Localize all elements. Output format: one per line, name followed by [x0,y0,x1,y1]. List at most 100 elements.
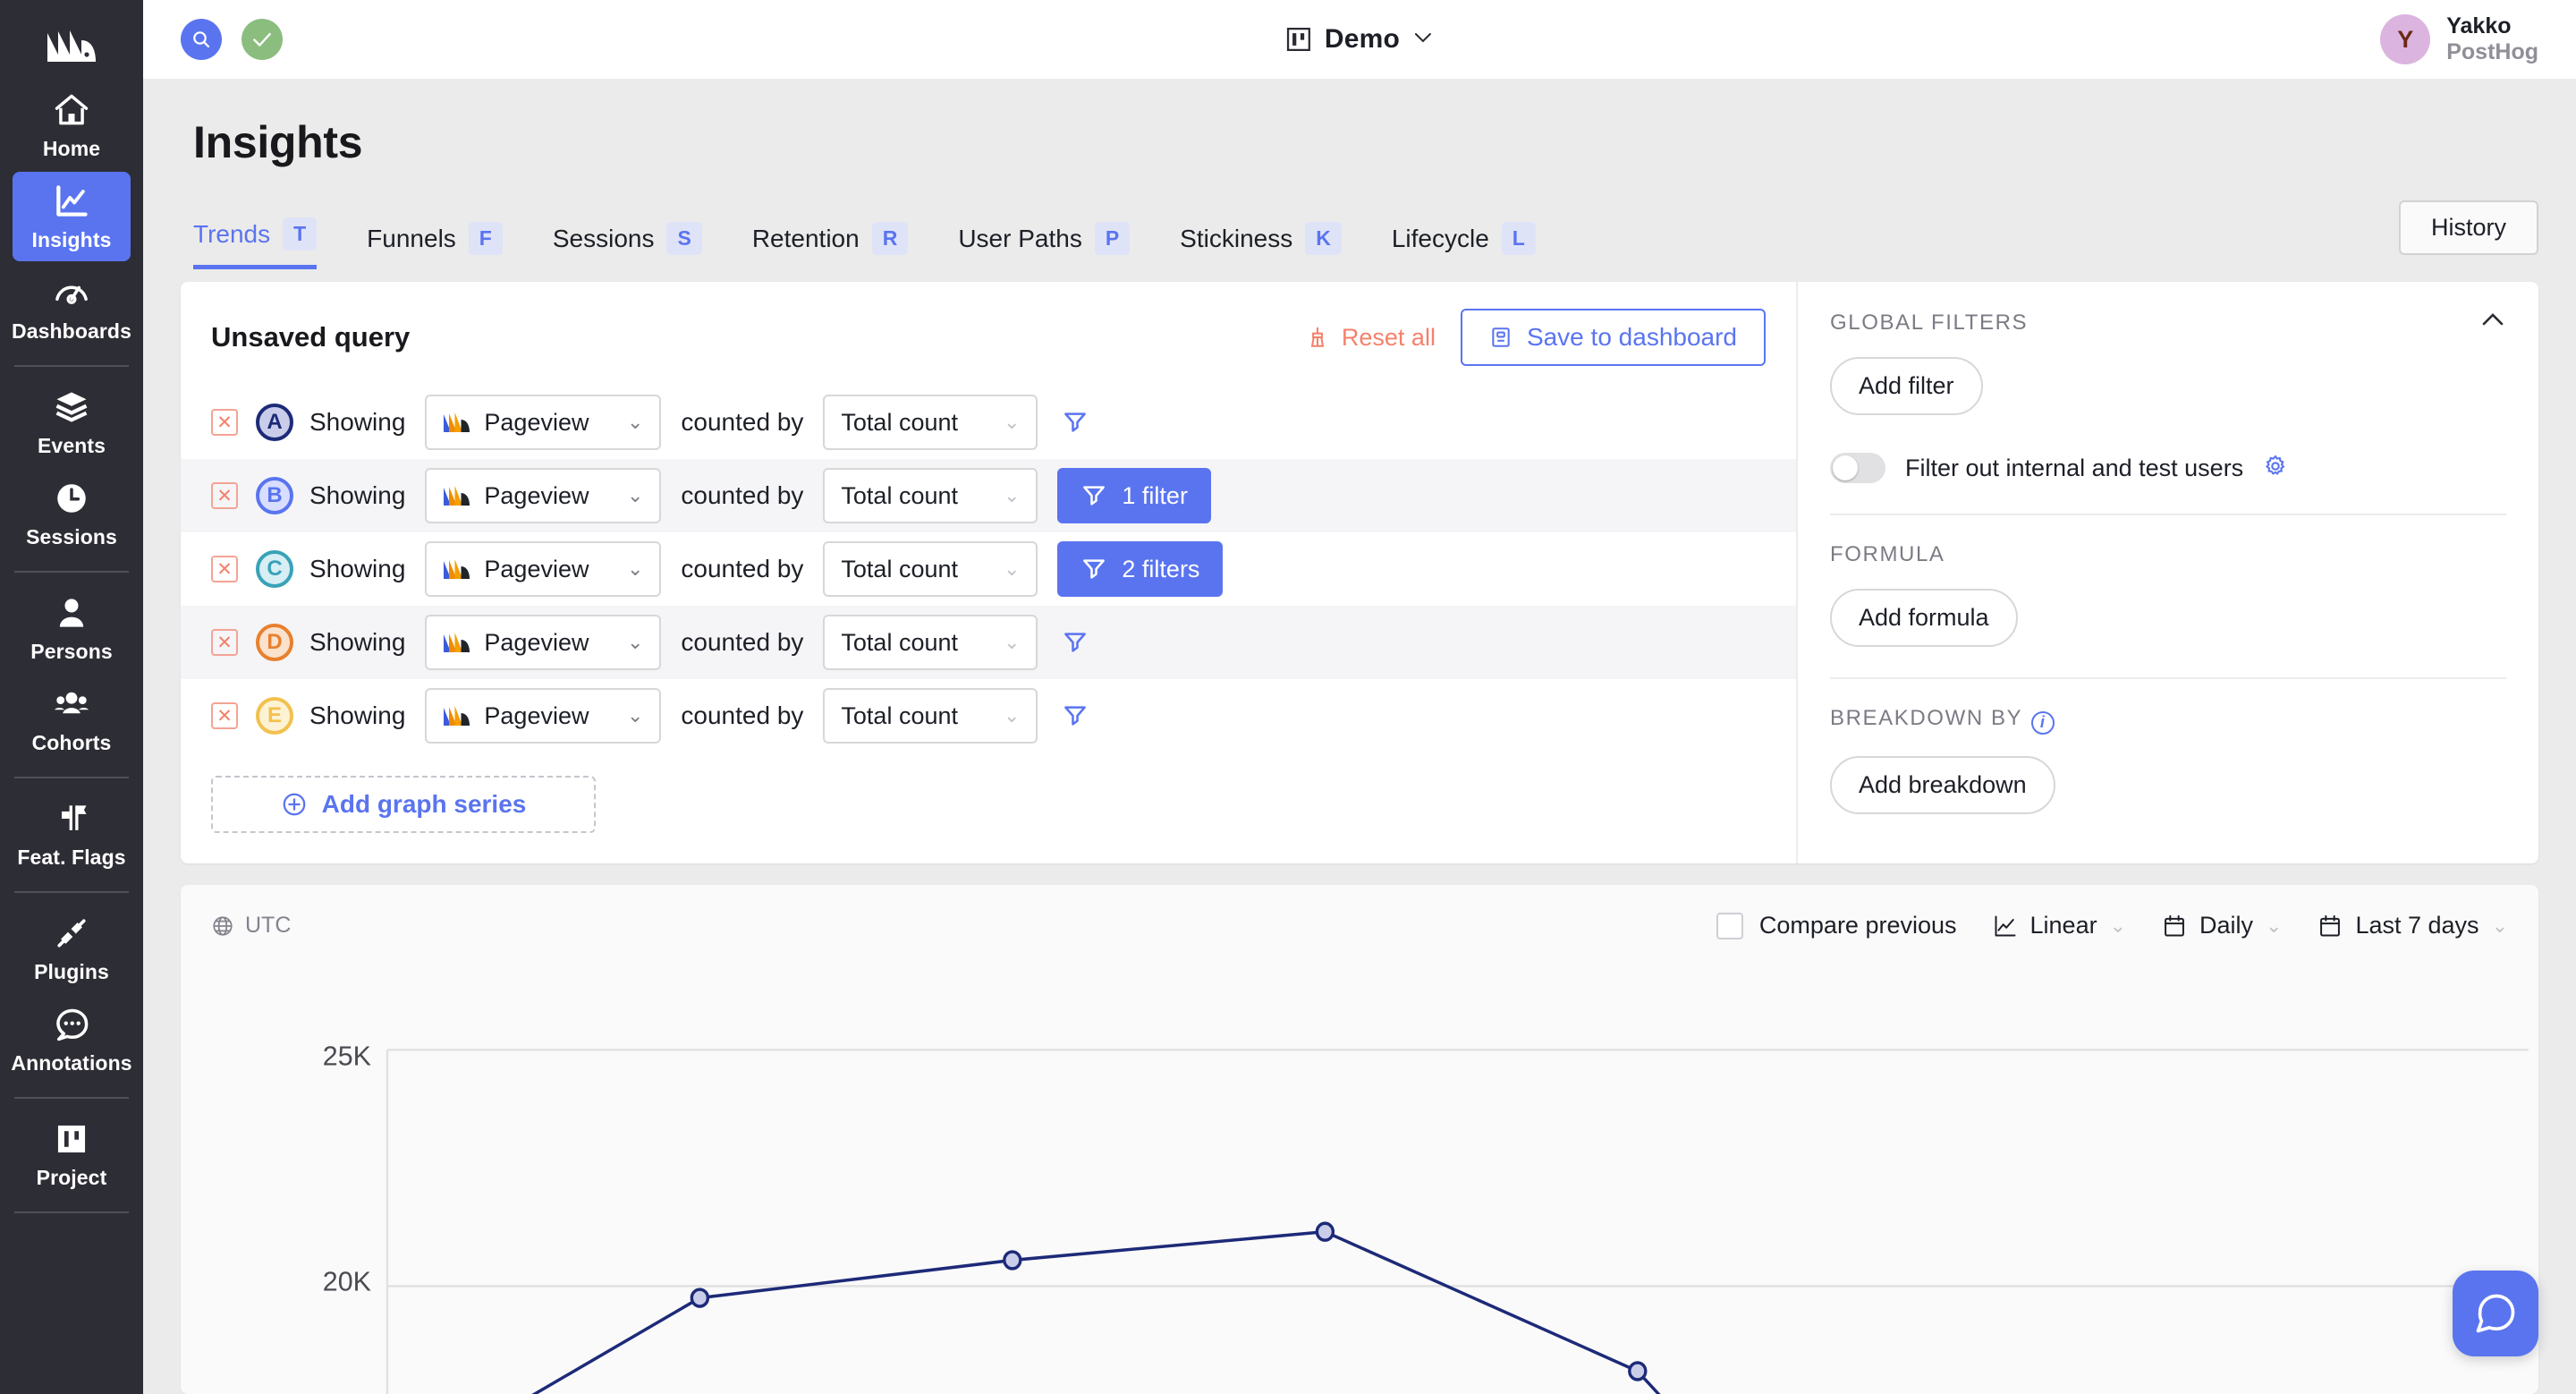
event-select[interactable]: Pageview ⌄ [425,541,662,597]
tab-funnels[interactable]: Funnels F [367,222,503,269]
series-filter-label: 1 filter [1122,481,1188,509]
add-breakdown-button[interactable]: Add breakdown [1830,755,2055,814]
series-filter-button[interactable] [1057,625,1093,660]
tab-stickiness[interactable]: Stickiness K [1180,222,1342,269]
tab-lifecycle[interactable]: Lifecycle L [1392,222,1536,269]
interval-dropdown[interactable]: Daily ⌄ [2162,912,2282,939]
add-graph-series-button[interactable]: Add graph series [211,776,596,833]
info-icon[interactable]: i [2031,710,2055,735]
sidebar-item-project[interactable]: Project [13,1109,131,1199]
chevron-down-icon: ⌄ [2109,914,2127,937]
sidebar-item-home[interactable]: Home [13,81,131,170]
date-range-dropdown[interactable]: Last 7 days ⌄ [2318,912,2508,939]
sidebar-item-insights[interactable]: Insights [13,172,131,261]
event-select[interactable]: Pageview ⌄ [425,688,662,744]
tab-user-paths[interactable]: User Paths P [958,222,1131,269]
check-circle-icon[interactable] [242,19,283,60]
counted-by-label: counted by [681,701,804,729]
math-name: Total count [841,701,958,729]
user-name: Yakko [2446,13,2512,38]
plug-icon [57,918,86,948]
filter-internal-users-toggle[interactable] [1830,453,1885,483]
sidebar-item-plugins[interactable]: Plugins [13,904,131,993]
tab-sessions[interactable]: Sessions S [553,222,702,269]
remove-series-button[interactable]: ✕ [211,409,238,436]
trends-line-chart[interactable]: 25K20K15K [181,939,2538,1394]
showing-label: Showing [309,481,406,509]
sidebar-divider [14,365,129,367]
series-letter: E [267,703,282,727]
interpolation-dropdown[interactable]: Linear ⌄ [1993,912,2127,939]
remove-series-button[interactable]: ✕ [211,556,238,582]
sidebar-divider [14,571,129,573]
tab-retention[interactable]: Retention R [752,222,909,269]
series-letter: D [267,630,283,654]
add-breakdown-row: Add breakdown [1830,755,2506,814]
series-filter-button[interactable] [1057,698,1093,734]
user-menu[interactable]: Y Yakko PostHog [2380,13,2538,66]
sidebar-item-cohorts[interactable]: Cohorts [13,675,131,764]
sidebar-item-events[interactable]: Events [13,378,131,467]
hedgehog-logo-icon [47,30,96,62]
series-row: ✕ B Showing Pageview ⌄ counted by Total count ⌄… [181,459,1796,532]
sidebar-item-annotations[interactable]: Annotations [11,995,132,1084]
search-glyph [193,31,210,48]
interpolation-label: Linear [2029,912,2097,939]
sidebar-divider [14,777,129,778]
pageview-bars-icon [444,486,470,506]
math-select[interactable]: Total count ⌄ [823,395,1038,450]
sidebar-item-dashboards[interactable]: Dashboards [12,263,131,353]
event-select[interactable]: Pageview ⌄ [425,468,662,523]
save-to-dashboard-button[interactable]: Save to dashboard [1460,309,1766,366]
layers-stack-icon [55,392,88,422]
math-name: Total count [841,408,958,436]
add-filter-button[interactable]: Add filter [1830,357,1983,415]
series-filter-pill[interactable]: 2 filters [1057,541,1224,597]
search-icon[interactable] [181,19,222,60]
project-board-icon [1286,28,1310,51]
sidebar-item-feat-flags[interactable]: Feat. Flags [13,789,131,879]
user-organization: PostHog [2446,39,2538,64]
series-letter-badge: D [256,624,293,661]
project-switcher[interactable]: Demo [1285,24,1434,55]
tab-shortcut-key: R [871,222,909,255]
funnel-icon [1064,412,1087,432]
math-select[interactable]: Total count ⌄ [823,615,1038,670]
remove-series-button[interactable]: ✕ [211,629,238,656]
sidebar-item-sessions[interactable]: Sessions [13,469,131,558]
toggle-knob [1833,455,1858,480]
chevron-up-icon[interactable] [2479,307,2506,335]
series-filter-button[interactable] [1057,404,1093,440]
timezone-indicator[interactable]: UTC [211,913,291,939]
history-button[interactable]: History [2398,200,2538,255]
remove-series-button[interactable]: ✕ [211,702,238,729]
event-select[interactable]: Pageview ⌄ [425,615,662,670]
divider [1830,514,2506,515]
posthog-hedgehog-logo[interactable] [0,9,143,81]
pageview-bars-icon [444,633,470,652]
sidebar-item-label: Project [36,1165,107,1189]
reset-all-button[interactable]: Reset all [1306,324,1436,352]
query-series-panel: Unsaved query Reset all Save to dashboar… [181,282,1796,863]
flags-icon [62,804,87,830]
math-select[interactable]: Total count ⌄ [823,468,1038,523]
series-filter-pill[interactable]: 1 filter [1057,468,1211,523]
remove-series-button[interactable]: ✕ [211,482,238,509]
query-header-actions: Reset all Save to dashboard [1306,309,1766,366]
math-select[interactable]: Total count ⌄ [823,541,1038,597]
sidebar-item-persons[interactable]: Persons [13,583,131,673]
event-select[interactable]: Pageview ⌄ [425,395,662,450]
chevron-down-icon: ⌄ [1003,631,1021,653]
math-select[interactable]: Total count ⌄ [823,688,1038,744]
chat-bubble-icon[interactable] [2453,1271,2538,1356]
dashboard-gauge-icon [55,285,88,304]
insights-page: Insights Trends T Funnels F Sessions S Retenti… [143,79,2576,1394]
showing-label: Showing [309,628,406,656]
reset-all-label: Reset all [1341,323,1436,351]
gear-icon[interactable] [2263,454,2288,483]
tab-shortcut-key: K [1305,222,1342,255]
compare-previous-checkbox[interactable]: Compare previous [1716,912,1957,939]
add-graph-series-label: Add graph series [321,790,527,818]
add-formula-button[interactable]: Add formula [1830,589,2018,647]
tab-trends[interactable]: Trends T [193,217,318,269]
